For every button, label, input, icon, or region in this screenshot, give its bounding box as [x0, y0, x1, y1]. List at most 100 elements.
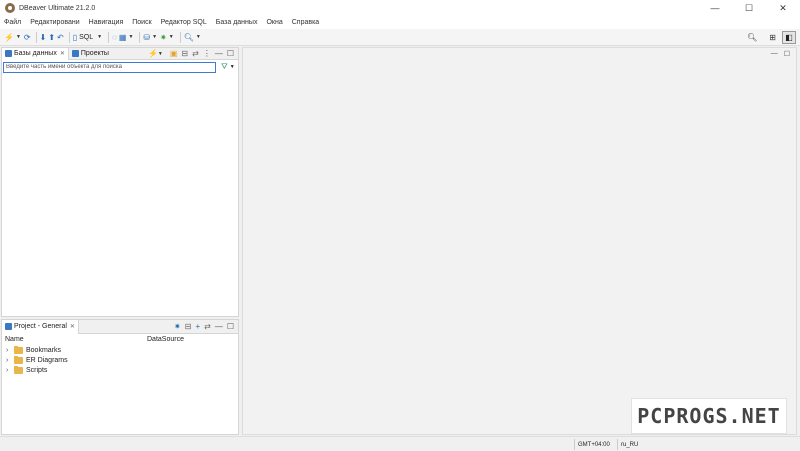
menu-window[interactable]: Окна	[266, 19, 282, 26]
new-connection-icon[interactable]: ⚡	[4, 31, 14, 44]
toolbar-right: 🔍︎ ⊞ ◧	[747, 31, 800, 44]
open-perspective-icon[interactable]: ⊞	[769, 31, 776, 44]
window-title: DBeaver Ultimate 21.2.0	[19, 4, 96, 12]
project-icon	[71, 50, 79, 57]
navigator-tools: ⚡ ▼ ▣ ⊟ ⇄ ⋮ — ☐	[144, 49, 234, 58]
filter-icon[interactable]: ⛛	[221, 62, 228, 72]
tab-databases-label: Базы данных	[14, 50, 57, 57]
toolbar-separator	[139, 31, 141, 43]
tab-project-general[interactable]: Project - General ✕	[2, 319, 79, 334]
chevron-down-icon[interactable]: ▼	[128, 34, 133, 40]
er-diagrams-folder-icon	[14, 355, 23, 364]
close-icon[interactable]: ✕	[60, 50, 65, 57]
menu-search[interactable]: Поиск	[132, 19, 151, 26]
menu-help[interactable]: Справка	[292, 19, 319, 26]
add-icon[interactable]: +	[195, 322, 200, 331]
minimize-view-icon[interactable]: —	[215, 49, 223, 58]
search-icon[interactable]: 🔍︎	[184, 31, 194, 44]
main-toolbar: ⚡ ▼ ⟳ ⬇ ⬆ ↶ ▯ SQL ▼ ◌ ▦ ▼ ⛁ ▼ ✷ ▼ 🔍︎ ▼ 🔍…	[0, 29, 800, 46]
maximize-view-icon[interactable]: ☐	[227, 322, 234, 331]
chevron-down-icon[interactable]: ▼	[230, 64, 235, 70]
new-folder-icon[interactable]: ▣	[170, 49, 178, 58]
configure-icon[interactable]: ✷	[174, 322, 181, 331]
project-icon	[5, 323, 12, 330]
watermark: PCPROGS.NET	[631, 398, 787, 434]
project-tabs: Project - General ✕ ✷ ⊟ + ⇄ — ☐	[2, 319, 238, 334]
project-columns: Name DataSource	[2, 334, 238, 345]
minimize-editor-icon[interactable]: —	[771, 50, 778, 58]
toolbar-separator	[108, 31, 110, 43]
new-connection-icon[interactable]: ⚡	[148, 49, 158, 58]
settings-icon[interactable]: ✷	[160, 31, 167, 44]
minimize-button[interactable]: —	[698, 0, 732, 16]
maximize-editor-icon[interactable]: ☐	[784, 50, 790, 58]
data-icon[interactable]: ▦	[119, 31, 127, 44]
menu-bar: Файл Редактировани Навигация Поиск Редак…	[0, 16, 800, 29]
commit-icon[interactable]: ⬆	[48, 31, 55, 44]
tree-item-label: Scripts	[26, 366, 48, 374]
chevron-down-icon[interactable]: ▼	[169, 34, 174, 40]
maximize-button[interactable]: ☐	[732, 0, 766, 16]
menu-navigate[interactable]: Навигация	[89, 19, 124, 26]
connect-icon[interactable]: ⟳	[24, 31, 31, 44]
tab-databases[interactable]: Базы данных ✕	[2, 47, 69, 60]
view-menu-icon[interactable]: ⋮	[203, 49, 211, 58]
rollback-icon[interactable]: ↶	[57, 31, 64, 44]
dbeaver-logo-icon	[5, 3, 15, 13]
tree-item-scripts[interactable]: › Scripts	[2, 365, 238, 375]
link-with-editor-icon[interactable]: ⇄	[204, 322, 211, 331]
tab-projects-label: Проекты	[80, 50, 109, 57]
menu-file[interactable]: Файл	[4, 19, 21, 26]
toolbar-separator	[68, 31, 70, 43]
chevron-right-icon[interactable]: ›	[6, 347, 12, 354]
tree-item-label: ER Diagrams	[26, 356, 68, 364]
database-icon	[5, 50, 12, 57]
status-timezone: GMT+04:00	[574, 439, 613, 450]
sql-button-label[interactable]: SQL	[79, 34, 93, 41]
disconnect-icon[interactable]: ⬇	[40, 31, 47, 44]
chevron-down-icon[interactable]: ▼	[196, 34, 201, 40]
link-with-editor-icon[interactable]: ⇄	[192, 49, 199, 58]
collapse-all-icon[interactable]: ⊟	[185, 322, 192, 331]
chevron-right-icon[interactable]: ›	[6, 367, 12, 374]
scripts-folder-icon	[14, 365, 23, 374]
object-search-input[interactable]	[3, 61, 216, 73]
chevron-down-icon[interactable]: ▼	[152, 34, 157, 40]
tree-item-bookmarks[interactable]: › Bookmarks	[2, 345, 238, 355]
menu-edit[interactable]: Редактировани	[30, 19, 79, 26]
editor-controls: — ☐	[765, 50, 790, 58]
column-datasource-header[interactable]: DataSource	[147, 336, 184, 343]
toolbar-separator	[35, 31, 37, 43]
transaction-icon[interactable]: ⛁	[143, 31, 150, 44]
menu-sql-editor[interactable]: Редактор SQL	[161, 19, 207, 26]
window-controls: — ☐ ✕	[698, 0, 800, 16]
tab-projects[interactable]: Проекты	[69, 48, 112, 60]
tree-item-er-diagrams[interactable]: › ER Diagrams	[2, 355, 238, 365]
navigator-search-row: ⛛ ▼	[3, 61, 238, 73]
perspective-icon[interactable]: ◧	[782, 31, 796, 44]
maximize-view-icon[interactable]: ☐	[227, 49, 234, 58]
open-sql-icon[interactable]: ◌	[112, 31, 117, 44]
status-locale: ru_RU	[617, 439, 641, 450]
column-name-header[interactable]: Name	[5, 336, 147, 343]
collapse-all-icon[interactable]: ⊟	[181, 49, 188, 58]
navigator-tabs: Базы данных ✕ Проекты ⚡ ▼ ▣ ⊟ ⇄ ⋮ — ☐	[2, 47, 238, 60]
chevron-right-icon[interactable]: ›	[6, 357, 12, 364]
chevron-down-icon[interactable]: ▼	[158, 51, 163, 57]
minimize-view-icon[interactable]: —	[215, 322, 223, 331]
menu-database[interactable]: База данных	[216, 19, 258, 26]
chevron-down-icon[interactable]: ▼	[16, 34, 21, 40]
project-tools: ✷ ⊟ + ⇄ — ☐	[170, 322, 234, 331]
title-bar: DBeaver Ultimate 21.2.0 — ☐ ✕	[0, 0, 800, 16]
sql-editor-icon[interactable]: ▯	[73, 31, 77, 44]
editor-area[interactable]: — ☐	[242, 47, 797, 435]
toolbar-separator	[179, 31, 181, 43]
chevron-down-icon[interactable]: ▼	[97, 34, 102, 40]
status-bar: GMT+04:00 ru_RU	[0, 436, 800, 451]
close-icon[interactable]: ✕	[70, 323, 75, 330]
project-panel: Project - General ✕ ✷ ⊟ + ⇄ — ☐ Name Dat…	[1, 319, 239, 435]
close-button[interactable]: ✕	[766, 0, 800, 16]
bookmarks-folder-icon	[14, 345, 23, 354]
global-search-icon[interactable]: 🔍︎	[747, 31, 757, 44]
tab-project-general-label: Project - General	[14, 323, 67, 330]
